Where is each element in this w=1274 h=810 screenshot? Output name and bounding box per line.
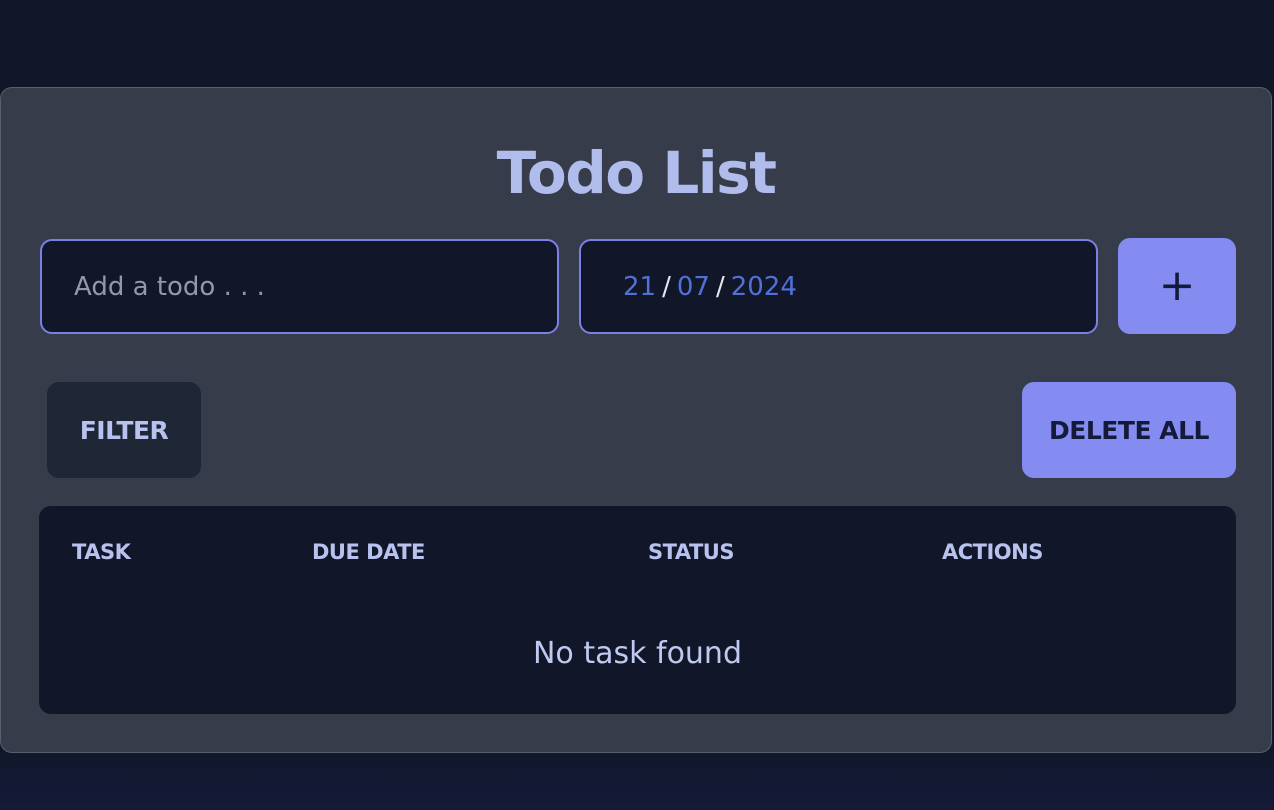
empty-state-message: No task found: [532, 636, 742, 671]
todo-table: TASK DUE DATE STATUS ACTIONS No task fou…: [39, 506, 1236, 714]
plus-icon: +: [1158, 260, 1196, 311]
column-header-actions: ACTIONS: [942, 540, 1043, 564]
date-day[interactable]: 21: [623, 272, 656, 302]
todo-card: Todo List 21 / 07 / 2024 + FILTER DELETE…: [0, 87, 1272, 753]
filter-button[interactable]: FILTER: [47, 382, 201, 478]
date-separator: /: [715, 271, 725, 302]
column-header-status: STATUS: [648, 540, 734, 564]
add-todo-button[interactable]: +: [1118, 238, 1236, 334]
delete-all-button[interactable]: DELETE ALL: [1022, 382, 1236, 478]
column-header-task: TASK: [72, 540, 131, 564]
column-header-due-date: DUE DATE: [312, 540, 425, 564]
date-month[interactable]: 07: [677, 272, 710, 302]
due-date-input[interactable]: 21 / 07 / 2024: [579, 239, 1098, 334]
page-title: Todo List: [496, 139, 777, 207]
date-year[interactable]: 2024: [731, 272, 797, 302]
date-separator: /: [662, 271, 671, 302]
todo-input[interactable]: [42, 241, 557, 332]
todo-input-wrapper: [40, 239, 559, 334]
